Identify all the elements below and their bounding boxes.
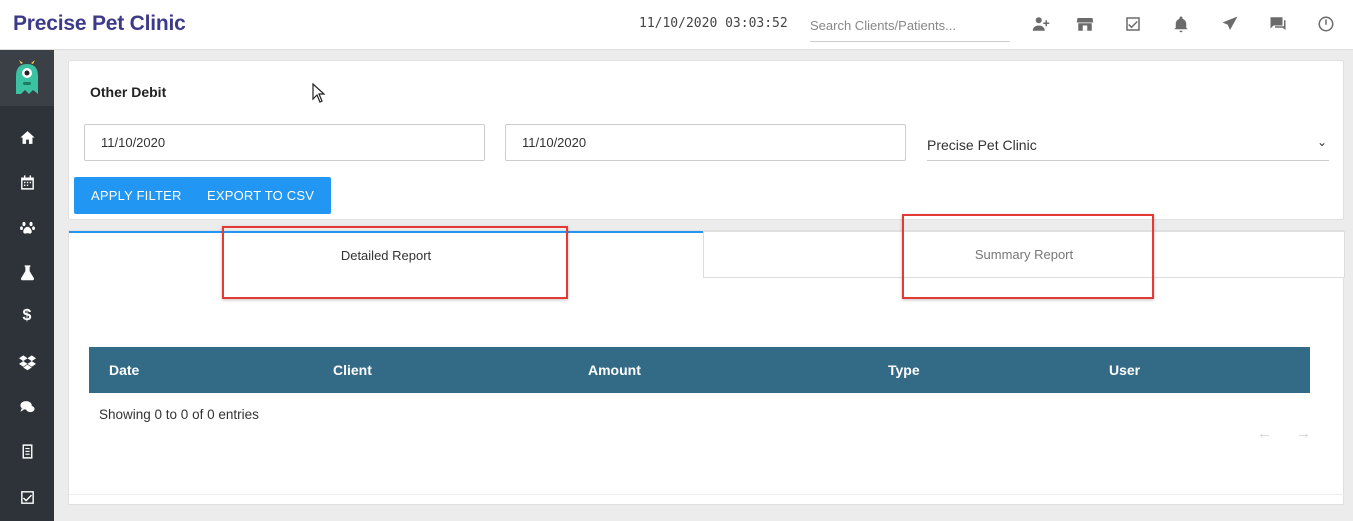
column-amount[interactable]: Amount [588,362,641,378]
prev-page-arrow[interactable]: ← [1257,425,1272,442]
dollar-icon[interactable]: $ [0,301,54,331]
checklist-icon[interactable] [1121,12,1145,36]
comments-icon[interactable] [0,392,54,422]
to-date-input[interactable] [505,124,906,161]
report-icon[interactable] [0,436,54,466]
clock-icon[interactable] [1314,12,1338,36]
current-datetime: 11/10/2020 03:03:52 [639,16,788,31]
monster-logo[interactable] [0,50,54,106]
dropbox-icon[interactable] [0,347,54,377]
lab-flask-icon[interactable] [0,257,54,287]
column-client[interactable]: Client [333,362,372,378]
mouse-cursor-icon [312,83,326,103]
home-icon[interactable] [0,122,54,152]
store-icon[interactable] [1073,12,1097,36]
add-client-icon[interactable] [1029,12,1053,36]
sidebar: $ [0,50,54,521]
table-info: Showing 0 to 0 of 0 entries [99,407,259,422]
divider [69,494,1345,495]
checkbox-icon[interactable] [0,482,54,512]
apply-filter-button[interactable]: APPLY FILTER [74,177,199,214]
chat-icon[interactable] [1266,12,1290,36]
report-panel: Detailed Report Summary Report Date Clie… [68,230,1345,505]
next-page-arrow[interactable]: → [1296,425,1311,442]
paw-icon[interactable] [0,212,54,242]
send-icon[interactable] [1218,12,1242,36]
tab-summary-report[interactable]: Summary Report [703,231,1345,278]
tab-detailed-report[interactable]: Detailed Report [69,231,703,278]
column-user[interactable]: User [1109,362,1140,378]
search-input[interactable] [810,10,1010,42]
calendar-icon[interactable] [0,167,54,197]
export-csv-button[interactable]: EXPORT TO CSV [190,177,332,214]
clinic-select[interactable]: Precise Pet Clinic ⌄ [927,127,1329,161]
column-date[interactable]: Date [109,362,139,378]
chevron-down-icon: ⌄ [1316,135,1327,149]
table-header: Date Client Amount Type User [89,347,1310,393]
from-date-input[interactable] [84,124,485,161]
bell-icon[interactable] [1169,12,1193,36]
top-bar: Precise Pet Clinic 11/10/2020 03:03:52 [0,0,1353,50]
column-type[interactable]: Type [888,362,920,378]
filter-card: Other Debit Precise Pet Clinic ⌄ APPLY F… [68,60,1344,220]
clinic-select-value: Precise Pet Clinic [927,137,1037,153]
app-title[interactable]: Precise Pet Clinic [13,12,186,36]
page-title: Other Debit [90,84,167,100]
